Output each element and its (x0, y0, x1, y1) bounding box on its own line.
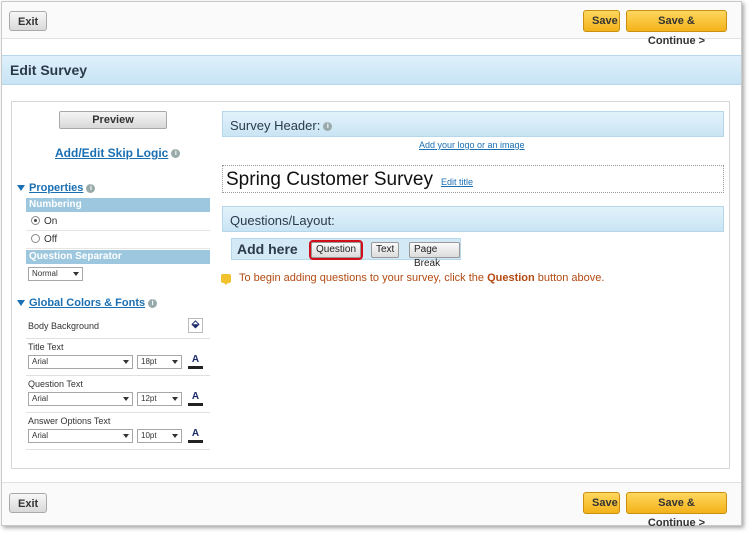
numbering-on-option[interactable]: On (26, 213, 210, 231)
radio-label: Off (44, 234, 58, 245)
separator-select[interactable]: Normal (28, 267, 83, 281)
editor-content: Preview Add/Edit Skip Logic i Properties i… (11, 101, 730, 469)
add-here-label: Add here (237, 241, 298, 257)
title-font-select[interactable]: Arial (28, 355, 133, 369)
hint-message: To begin adding questions to your survey… (221, 272, 605, 285)
add-page-break-button[interactable]: Page Break (409, 242, 460, 269)
divider (26, 375, 210, 376)
survey-title: Spring Customer Survey (226, 169, 433, 190)
dropdown-arrow-icon (172, 397, 178, 401)
paint-bucket-icon[interactable]: ⬙ (188, 318, 203, 333)
title-text-label: Title Text (28, 342, 64, 352)
skip-logic-link[interactable]: Add/Edit Skip Logic i (55, 146, 181, 160)
info-icon[interactable]: i (148, 298, 158, 308)
edit-title-link[interactable]: Edit title (441, 177, 473, 187)
exit-button[interactable]: Exit (9, 11, 48, 31)
save-continue-button[interactable]: Save & Continue > (626, 10, 727, 47)
add-text-button[interactable]: Text (371, 242, 400, 258)
save-continue-button-bottom[interactable]: Save & Continue > (626, 492, 727, 529)
separator-header: Question Separator (26, 250, 210, 264)
colors-fonts-toggle[interactable]: Global Colors & Fonts i (17, 297, 158, 309)
answer-size-select[interactable]: 10pt (137, 429, 182, 443)
colors-fonts-label[interactable]: Global Colors & Fonts (29, 297, 145, 309)
skip-logic-label[interactable]: Add/Edit Skip Logic (55, 146, 168, 160)
top-toolbar: Exit Save Save & Continue > (2, 2, 741, 47)
info-icon[interactable]: i (171, 149, 181, 159)
add-question-button[interactable]: Question (308, 240, 364, 260)
properties-toggle[interactable]: Properties i (17, 182, 96, 194)
title-size-select[interactable]: 18pt (137, 355, 182, 369)
numbering-off-option[interactable]: Off (26, 231, 210, 249)
save-button[interactable]: Save (583, 10, 620, 32)
survey-header-label: Survey Header: i (230, 118, 333, 133)
page-title-bar: Edit Survey (2, 55, 741, 85)
hint-suffix: button above. (534, 272, 605, 284)
left-panel: Preview Add/Edit Skip Logic i Properties i… (12, 102, 217, 468)
radio-button[interactable] (31, 216, 40, 225)
size-value: 12pt (141, 394, 157, 403)
save-button-bottom[interactable]: Save (583, 492, 620, 514)
divider (26, 449, 210, 450)
radio-label: On (44, 216, 58, 227)
page-title: Edit Survey (10, 62, 88, 78)
add-here-bar: Add here Question Text Page Break (231, 238, 461, 269)
preview-button[interactable]: Preview (59, 111, 167, 129)
answer-font-select[interactable]: Arial (28, 429, 133, 443)
collapse-triangle-icon (17, 300, 25, 307)
size-value: 18pt (141, 357, 157, 366)
info-icon[interactable]: i (86, 183, 96, 193)
question-text-label: Question Text (28, 379, 83, 389)
font-color-icon[interactable]: A (188, 391, 203, 406)
size-value: 10pt (141, 431, 157, 440)
font-value: Arial (32, 357, 49, 366)
numbering-header: Numbering (26, 198, 210, 212)
radio-button[interactable] (31, 234, 40, 243)
dropdown-arrow-icon (172, 434, 178, 438)
dropdown-arrow-icon (172, 360, 178, 364)
question-size-select[interactable]: 12pt (137, 392, 182, 406)
hint-prefix: To begin adding questions to your survey… (239, 272, 488, 284)
collapse-triangle-icon (17, 185, 25, 192)
hint-bold: Question (487, 272, 535, 284)
divider (26, 412, 210, 413)
font-color-icon[interactable]: A (188, 354, 203, 369)
answer-text-label: Answer Options Text (28, 416, 111, 426)
divider (26, 338, 210, 339)
body-background-label: Body Background (28, 321, 100, 331)
exit-button-bottom[interactable]: Exit (9, 493, 48, 513)
dropdown-arrow-icon (123, 434, 129, 438)
info-icon[interactable]: i (323, 122, 333, 132)
survey-header-text: Survey Header: (230, 118, 321, 133)
question-font-select[interactable]: Arial (28, 392, 133, 406)
separator-value: Normal (32, 269, 58, 278)
dropdown-arrow-icon (123, 397, 129, 401)
font-color-icon[interactable]: A (188, 428, 203, 443)
properties-label[interactable]: Properties (29, 182, 83, 194)
survey-header-bar: Survey Header: i (222, 111, 724, 137)
dropdown-arrow-icon (73, 272, 79, 276)
add-logo-link[interactable]: Add your logo or an image (419, 140, 525, 150)
font-value: Arial (32, 431, 49, 440)
speech-bubble-icon (221, 273, 231, 285)
survey-editor-window: Exit Save Save & Continue > Edit Survey … (1, 1, 742, 529)
font-value: Arial (32, 394, 49, 403)
dropdown-arrow-icon (123, 360, 129, 364)
bottom-toolbar: Exit Save Save & Continue > (2, 482, 741, 529)
questions-layout-label: Questions/Layout: (230, 213, 335, 228)
questions-layout-bar: Questions/Layout: (222, 206, 724, 232)
survey-title-box[interactable]: Spring Customer Survey Edit title (222, 165, 724, 193)
